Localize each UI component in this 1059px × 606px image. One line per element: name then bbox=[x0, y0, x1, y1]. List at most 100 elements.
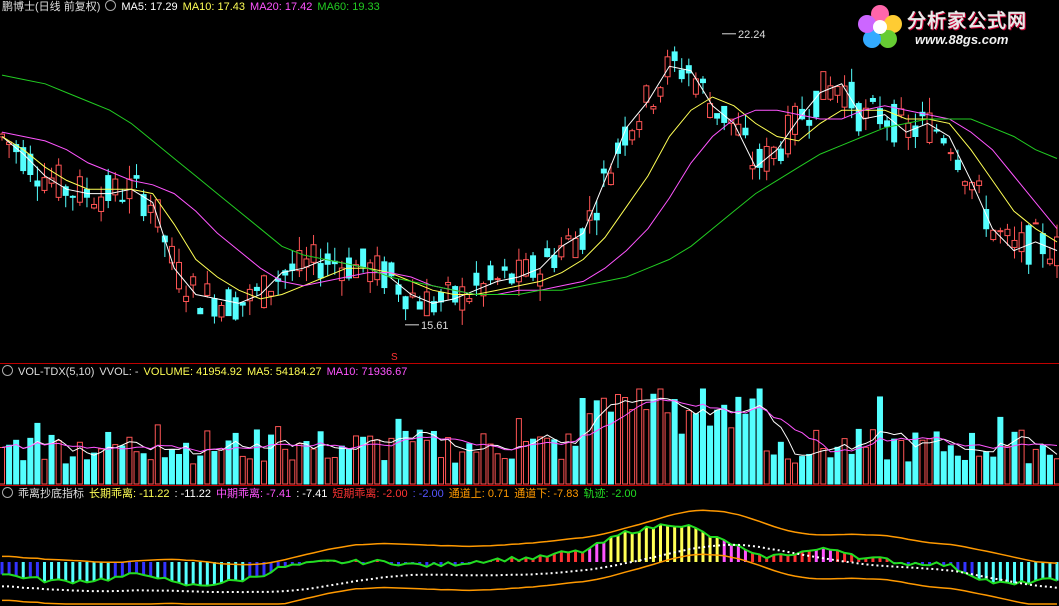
volume-bar bbox=[671, 399, 678, 485]
settings-icon[interactable] bbox=[2, 365, 13, 376]
candle bbox=[1018, 232, 1025, 253]
volume-bar bbox=[926, 438, 933, 485]
volume-bar bbox=[707, 425, 714, 485]
candle bbox=[260, 275, 267, 309]
volume-bar bbox=[551, 439, 558, 485]
volume-bar bbox=[69, 456, 76, 485]
volume-bar bbox=[699, 388, 706, 485]
candle bbox=[756, 148, 763, 168]
candle bbox=[289, 263, 296, 272]
volume-bar bbox=[345, 449, 352, 485]
volume-bar bbox=[862, 446, 869, 485]
candle bbox=[671, 51, 678, 62]
volume-bar bbox=[317, 431, 324, 485]
candle bbox=[855, 103, 862, 132]
volume-bar bbox=[622, 397, 629, 485]
volume-bar bbox=[827, 457, 834, 485]
settings-icon[interactable] bbox=[2, 487, 13, 498]
candle bbox=[473, 272, 480, 286]
flower-logo-icon bbox=[858, 5, 902, 48]
volume-bar bbox=[643, 409, 650, 485]
candle bbox=[1032, 222, 1039, 225]
volume-bar bbox=[487, 443, 494, 485]
candle bbox=[579, 228, 586, 250]
volume-bar bbox=[891, 438, 898, 485]
volume-bar bbox=[176, 454, 183, 485]
volume-bar bbox=[275, 426, 282, 485]
volume-bar bbox=[834, 446, 841, 485]
volume-bar bbox=[473, 451, 480, 485]
channel-down-value: 通道下: -7.83 bbox=[514, 488, 579, 500]
candle bbox=[530, 255, 537, 278]
indicator-name: 乖离抄底指标 bbox=[18, 488, 84, 500]
short-bias-value-b: : -2.00 bbox=[412, 488, 444, 500]
volume-bar bbox=[876, 396, 883, 485]
volume-bar bbox=[112, 444, 119, 485]
volume-bar bbox=[374, 439, 381, 485]
volume-bar bbox=[119, 445, 126, 485]
volume-bar bbox=[508, 458, 515, 485]
volume-bar bbox=[898, 439, 905, 485]
volume-bar bbox=[544, 437, 551, 485]
volume-bar bbox=[246, 458, 253, 485]
ma10-value: MA10: 17.43 bbox=[182, 1, 246, 13]
candle bbox=[1039, 233, 1046, 255]
long-bias-value-b: : -11.22 bbox=[174, 488, 212, 500]
volume-bar bbox=[735, 396, 742, 485]
volume-bar bbox=[1018, 429, 1025, 485]
volume-bar bbox=[494, 453, 501, 485]
stock-chart[interactable]: 22.24 15.61 S bbox=[0, 0, 1059, 606]
volume-bar bbox=[961, 459, 968, 485]
candle bbox=[593, 212, 600, 221]
short-bias-value: 短期乖离: -2.00 bbox=[332, 488, 408, 500]
candle bbox=[374, 255, 381, 281]
volume-bar bbox=[154, 424, 161, 485]
candle bbox=[678, 69, 685, 80]
candle bbox=[190, 276, 197, 286]
track-value: 轨迹: -2.00 bbox=[583, 488, 637, 500]
candle bbox=[204, 283, 211, 296]
candle bbox=[1004, 228, 1011, 237]
ma20-value: MA20: 17.42 bbox=[250, 1, 313, 13]
settings-icon[interactable] bbox=[105, 0, 117, 11]
volume-bar bbox=[629, 409, 636, 485]
candle bbox=[515, 259, 522, 283]
candle bbox=[869, 97, 876, 102]
volume-bar bbox=[55, 440, 62, 485]
volume-bar bbox=[792, 462, 799, 485]
ma60-line bbox=[1, 74, 1058, 295]
volume-bar bbox=[969, 432, 976, 485]
ma60-value: MA60: 19.33 bbox=[317, 1, 380, 13]
vol-indicator-name: VOL-TDX(5,10) bbox=[18, 366, 95, 378]
volume-bar bbox=[0, 447, 5, 485]
volume-bar bbox=[650, 393, 657, 485]
candle bbox=[742, 127, 749, 136]
candle bbox=[848, 81, 855, 109]
low-label: 15.61 bbox=[421, 320, 449, 332]
volume-bar bbox=[678, 433, 685, 485]
volume-bar bbox=[1004, 445, 1011, 485]
candle bbox=[416, 301, 423, 310]
mid-bias-value-b: : -7.41 bbox=[296, 488, 328, 500]
volume-bar bbox=[777, 441, 784, 485]
volume-bar bbox=[423, 439, 430, 485]
candle bbox=[55, 164, 62, 198]
candle bbox=[147, 204, 154, 213]
candle bbox=[98, 196, 105, 212]
volume-bar bbox=[239, 455, 246, 485]
candle bbox=[1011, 239, 1018, 248]
volume-bar bbox=[324, 457, 331, 485]
candle bbox=[91, 203, 98, 209]
volume-bar bbox=[983, 451, 990, 485]
volume-bar bbox=[728, 427, 735, 485]
volume-bar bbox=[636, 388, 643, 485]
volume-bar bbox=[62, 463, 69, 485]
channel-up-value: 通道上: 0.71 bbox=[448, 488, 510, 500]
volume-bar bbox=[586, 413, 593, 485]
candle bbox=[183, 295, 190, 302]
candle bbox=[544, 248, 551, 258]
volume-bar bbox=[190, 463, 197, 485]
volume-bar bbox=[1025, 463, 1032, 485]
candle bbox=[69, 195, 76, 198]
candle bbox=[954, 159, 961, 171]
